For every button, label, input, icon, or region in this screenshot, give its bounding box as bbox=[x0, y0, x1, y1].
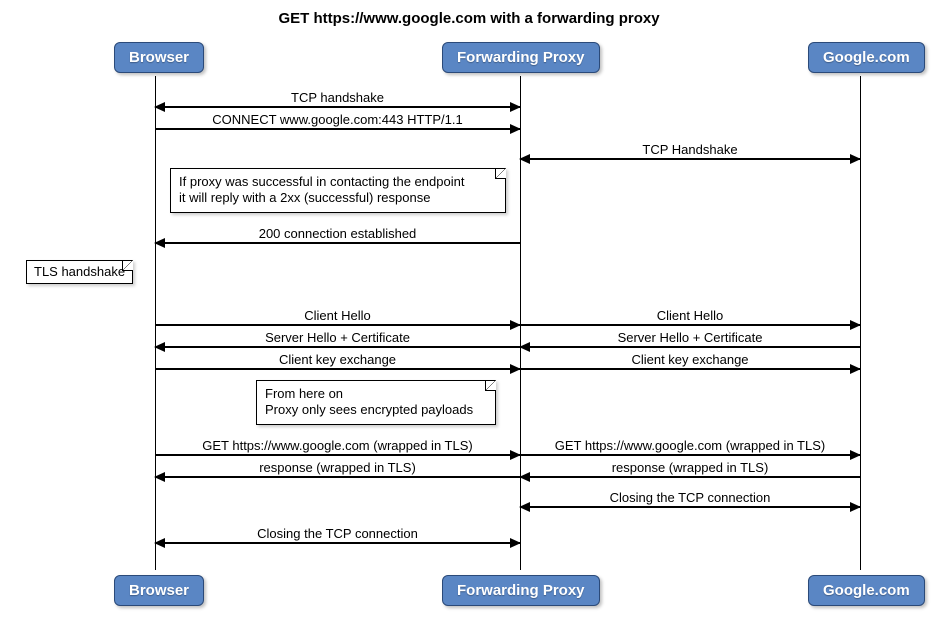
msg-200-established: 200 connection established bbox=[155, 226, 520, 244]
note-line: TLS handshake bbox=[34, 264, 125, 279]
note-line: it will reply with a 2xx (successful) re… bbox=[179, 190, 497, 206]
msg-key-exchange-bp: Client key exchange bbox=[155, 352, 520, 370]
note-line: From here on bbox=[265, 386, 487, 402]
msg-server-hello-pg: Server Hello + Certificate bbox=[520, 330, 860, 348]
msg-response-tls-pg: response (wrapped in TLS) bbox=[520, 460, 860, 478]
note-line: If proxy was successful in contacting th… bbox=[179, 174, 497, 190]
sequence-diagram: GET https://www.google.com with a forwar… bbox=[10, 10, 928, 612]
actor-google-top: Google.com bbox=[808, 42, 925, 73]
msg-label: TCP handshake bbox=[155, 90, 520, 105]
msg-connect: CONNECT www.google.com:443 HTTP/1.1 bbox=[155, 112, 520, 130]
actor-proxy-bottom: Forwarding Proxy bbox=[442, 575, 600, 606]
msg-close-pg: Closing the TCP connection bbox=[520, 490, 860, 508]
diagram-title: GET https://www.google.com with a forwar… bbox=[10, 10, 928, 27]
msg-label: GET https://www.google.com (wrapped in T… bbox=[520, 438, 860, 453]
msg-response-tls-bp: response (wrapped in TLS) bbox=[155, 460, 520, 478]
msg-server-hello-bp: Server Hello + Certificate bbox=[155, 330, 520, 348]
actor-google-bottom: Google.com bbox=[808, 575, 925, 606]
note-encrypted-payloads: From here on Proxy only sees encrypted p… bbox=[256, 380, 496, 425]
note-line: Proxy only sees encrypted payloads bbox=[265, 402, 487, 418]
msg-label: Closing the TCP connection bbox=[155, 526, 520, 541]
msg-label: TCP Handshake bbox=[520, 142, 860, 157]
msg-tcp-handshake-bp: TCP handshake bbox=[155, 90, 520, 108]
msg-key-exchange-pg: Client key exchange bbox=[520, 352, 860, 370]
msg-label: Client key exchange bbox=[155, 352, 520, 367]
msg-tcp-handshake-pg: TCP Handshake bbox=[520, 142, 860, 160]
msg-label: Server Hello + Certificate bbox=[155, 330, 520, 345]
msg-label: response (wrapped in TLS) bbox=[520, 460, 860, 475]
msg-label: Client Hello bbox=[520, 308, 860, 323]
msg-close-bp: Closing the TCP connection bbox=[155, 526, 520, 544]
actor-proxy-top: Forwarding Proxy bbox=[442, 42, 600, 73]
msg-client-hello-bp: Client Hello bbox=[155, 308, 520, 326]
msg-label: Closing the TCP connection bbox=[520, 490, 860, 505]
msg-label: GET https://www.google.com (wrapped in T… bbox=[155, 438, 520, 453]
msg-label: 200 connection established bbox=[155, 226, 520, 241]
msg-label: Server Hello + Certificate bbox=[520, 330, 860, 345]
msg-label: Client key exchange bbox=[520, 352, 860, 367]
msg-label: Client Hello bbox=[155, 308, 520, 323]
actor-browser-top: Browser bbox=[114, 42, 204, 73]
note-tls-handshake: TLS handshake bbox=[26, 260, 133, 284]
actor-browser-bottom: Browser bbox=[114, 575, 204, 606]
msg-get-tls-bp: GET https://www.google.com (wrapped in T… bbox=[155, 438, 520, 456]
note-proxy-success: If proxy was successful in contacting th… bbox=[170, 168, 506, 213]
msg-get-tls-pg: GET https://www.google.com (wrapped in T… bbox=[520, 438, 860, 456]
msg-label: response (wrapped in TLS) bbox=[155, 460, 520, 475]
msg-client-hello-pg: Client Hello bbox=[520, 308, 860, 326]
msg-label: CONNECT www.google.com:443 HTTP/1.1 bbox=[155, 112, 520, 127]
